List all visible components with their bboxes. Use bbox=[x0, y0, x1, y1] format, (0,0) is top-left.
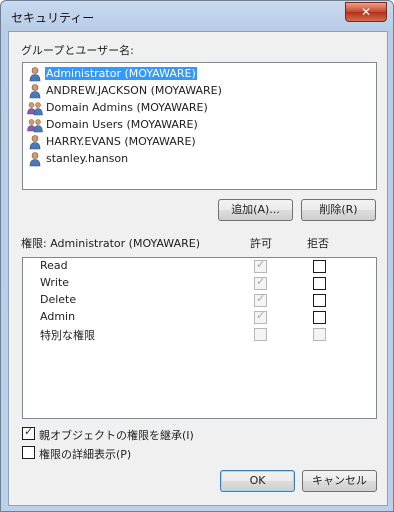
permission-row-read: Read ✓ bbox=[23, 258, 376, 275]
permission-row-admin: Admin ✓ bbox=[23, 309, 376, 326]
allow-checkbox bbox=[254, 328, 267, 341]
permissions-list: Read ✓ Write ✓ Delete ✓ Admin ✓ 特別な権限 bbox=[22, 257, 377, 419]
close-button[interactable]: ✕ bbox=[345, 2, 387, 22]
deny-checkbox[interactable] bbox=[313, 277, 326, 290]
title-bar[interactable]: セキュリティー ✕ bbox=[1, 1, 393, 31]
permission-row-delete: Delete ✓ bbox=[23, 292, 376, 309]
remove-button[interactable]: 削除(R) bbox=[301, 199, 376, 221]
permission-row-special: 特別な権限 bbox=[23, 326, 376, 343]
user-label: Domain Admins (MOYAWARE) bbox=[46, 101, 208, 114]
checkmark-icon: ✓ bbox=[256, 258, 266, 271]
inherit-label: 親オブジェクトの権限を継承(I) bbox=[39, 429, 194, 442]
dialog-title: セキュリティー bbox=[11, 11, 95, 25]
group-users-icon bbox=[27, 117, 43, 133]
add-button[interactable]: 追加(A)... bbox=[218, 199, 293, 221]
checkmark-icon: ✓ bbox=[24, 425, 34, 438]
allow-column-header: 許可 bbox=[250, 237, 272, 250]
cancel-button[interactable]: キャンセル bbox=[302, 470, 377, 492]
permission-name: Write bbox=[40, 276, 70, 289]
permission-name: Delete bbox=[40, 293, 77, 306]
permission-row-write: Write ✓ bbox=[23, 275, 376, 292]
security-dialog: セキュリティー ✕ グループとユーザー名: Administrator (MOY… bbox=[0, 0, 394, 512]
deny-checkbox[interactable] bbox=[313, 311, 326, 324]
single-user-icon bbox=[27, 83, 43, 99]
permissions-title: 権限: Administrator (MOYAWARE) bbox=[21, 237, 200, 250]
single-user-icon bbox=[27, 151, 43, 167]
deny-checkbox[interactable] bbox=[313, 260, 326, 273]
user-label: stanley.hanson bbox=[46, 152, 129, 165]
allow-checkbox: ✓ bbox=[254, 275, 267, 290]
user-label: ANDREW.JACKSON (MOYAWARE) bbox=[46, 84, 222, 97]
user-label: Administrator (MOYAWARE) bbox=[45, 67, 197, 80]
single-user-icon bbox=[27, 66, 43, 82]
advanced-view-label: 権限の詳細表示(P) bbox=[39, 448, 132, 461]
deny-checkbox[interactable] bbox=[313, 294, 326, 307]
deny-column-header: 拒否 bbox=[307, 237, 329, 250]
checkmark-icon: ✓ bbox=[256, 292, 266, 305]
allow-checkbox: ✓ bbox=[254, 258, 267, 273]
user-label: HARRY.EVANS (MOYAWARE) bbox=[46, 135, 196, 148]
deny-checkbox bbox=[313, 328, 326, 341]
groups-users-label: グループとユーザー名: bbox=[21, 44, 134, 57]
permission-name: 特別な権限 bbox=[40, 329, 95, 342]
inherit-checkbox[interactable]: ✓ bbox=[22, 425, 35, 440]
user-label: Domain Users (MOYAWARE) bbox=[46, 118, 198, 131]
advanced-view-option[interactable]: 権限の詳細表示(P) bbox=[22, 445, 322, 461]
ok-button[interactable]: OK bbox=[220, 470, 295, 492]
permission-name: Admin bbox=[40, 310, 76, 323]
checkmark-icon: ✓ bbox=[256, 309, 266, 322]
allow-checkbox: ✓ bbox=[254, 292, 267, 307]
group-users-icon bbox=[27, 100, 43, 116]
inherit-option[interactable]: ✓ 親オブジェクトの権限を継承(I) bbox=[22, 425, 322, 442]
checkmark-icon: ✓ bbox=[256, 275, 266, 288]
permission-name: Read bbox=[40, 259, 68, 272]
allow-checkbox: ✓ bbox=[254, 309, 267, 324]
advanced-view-checkbox[interactable] bbox=[22, 446, 35, 459]
dialog-body: グループとユーザー名: Administrator (MOYAWARE) AND… bbox=[8, 31, 388, 506]
single-user-icon bbox=[27, 134, 43, 150]
users-listbox[interactable]: Administrator (MOYAWARE) ANDREW.JACKSON … bbox=[22, 62, 377, 190]
